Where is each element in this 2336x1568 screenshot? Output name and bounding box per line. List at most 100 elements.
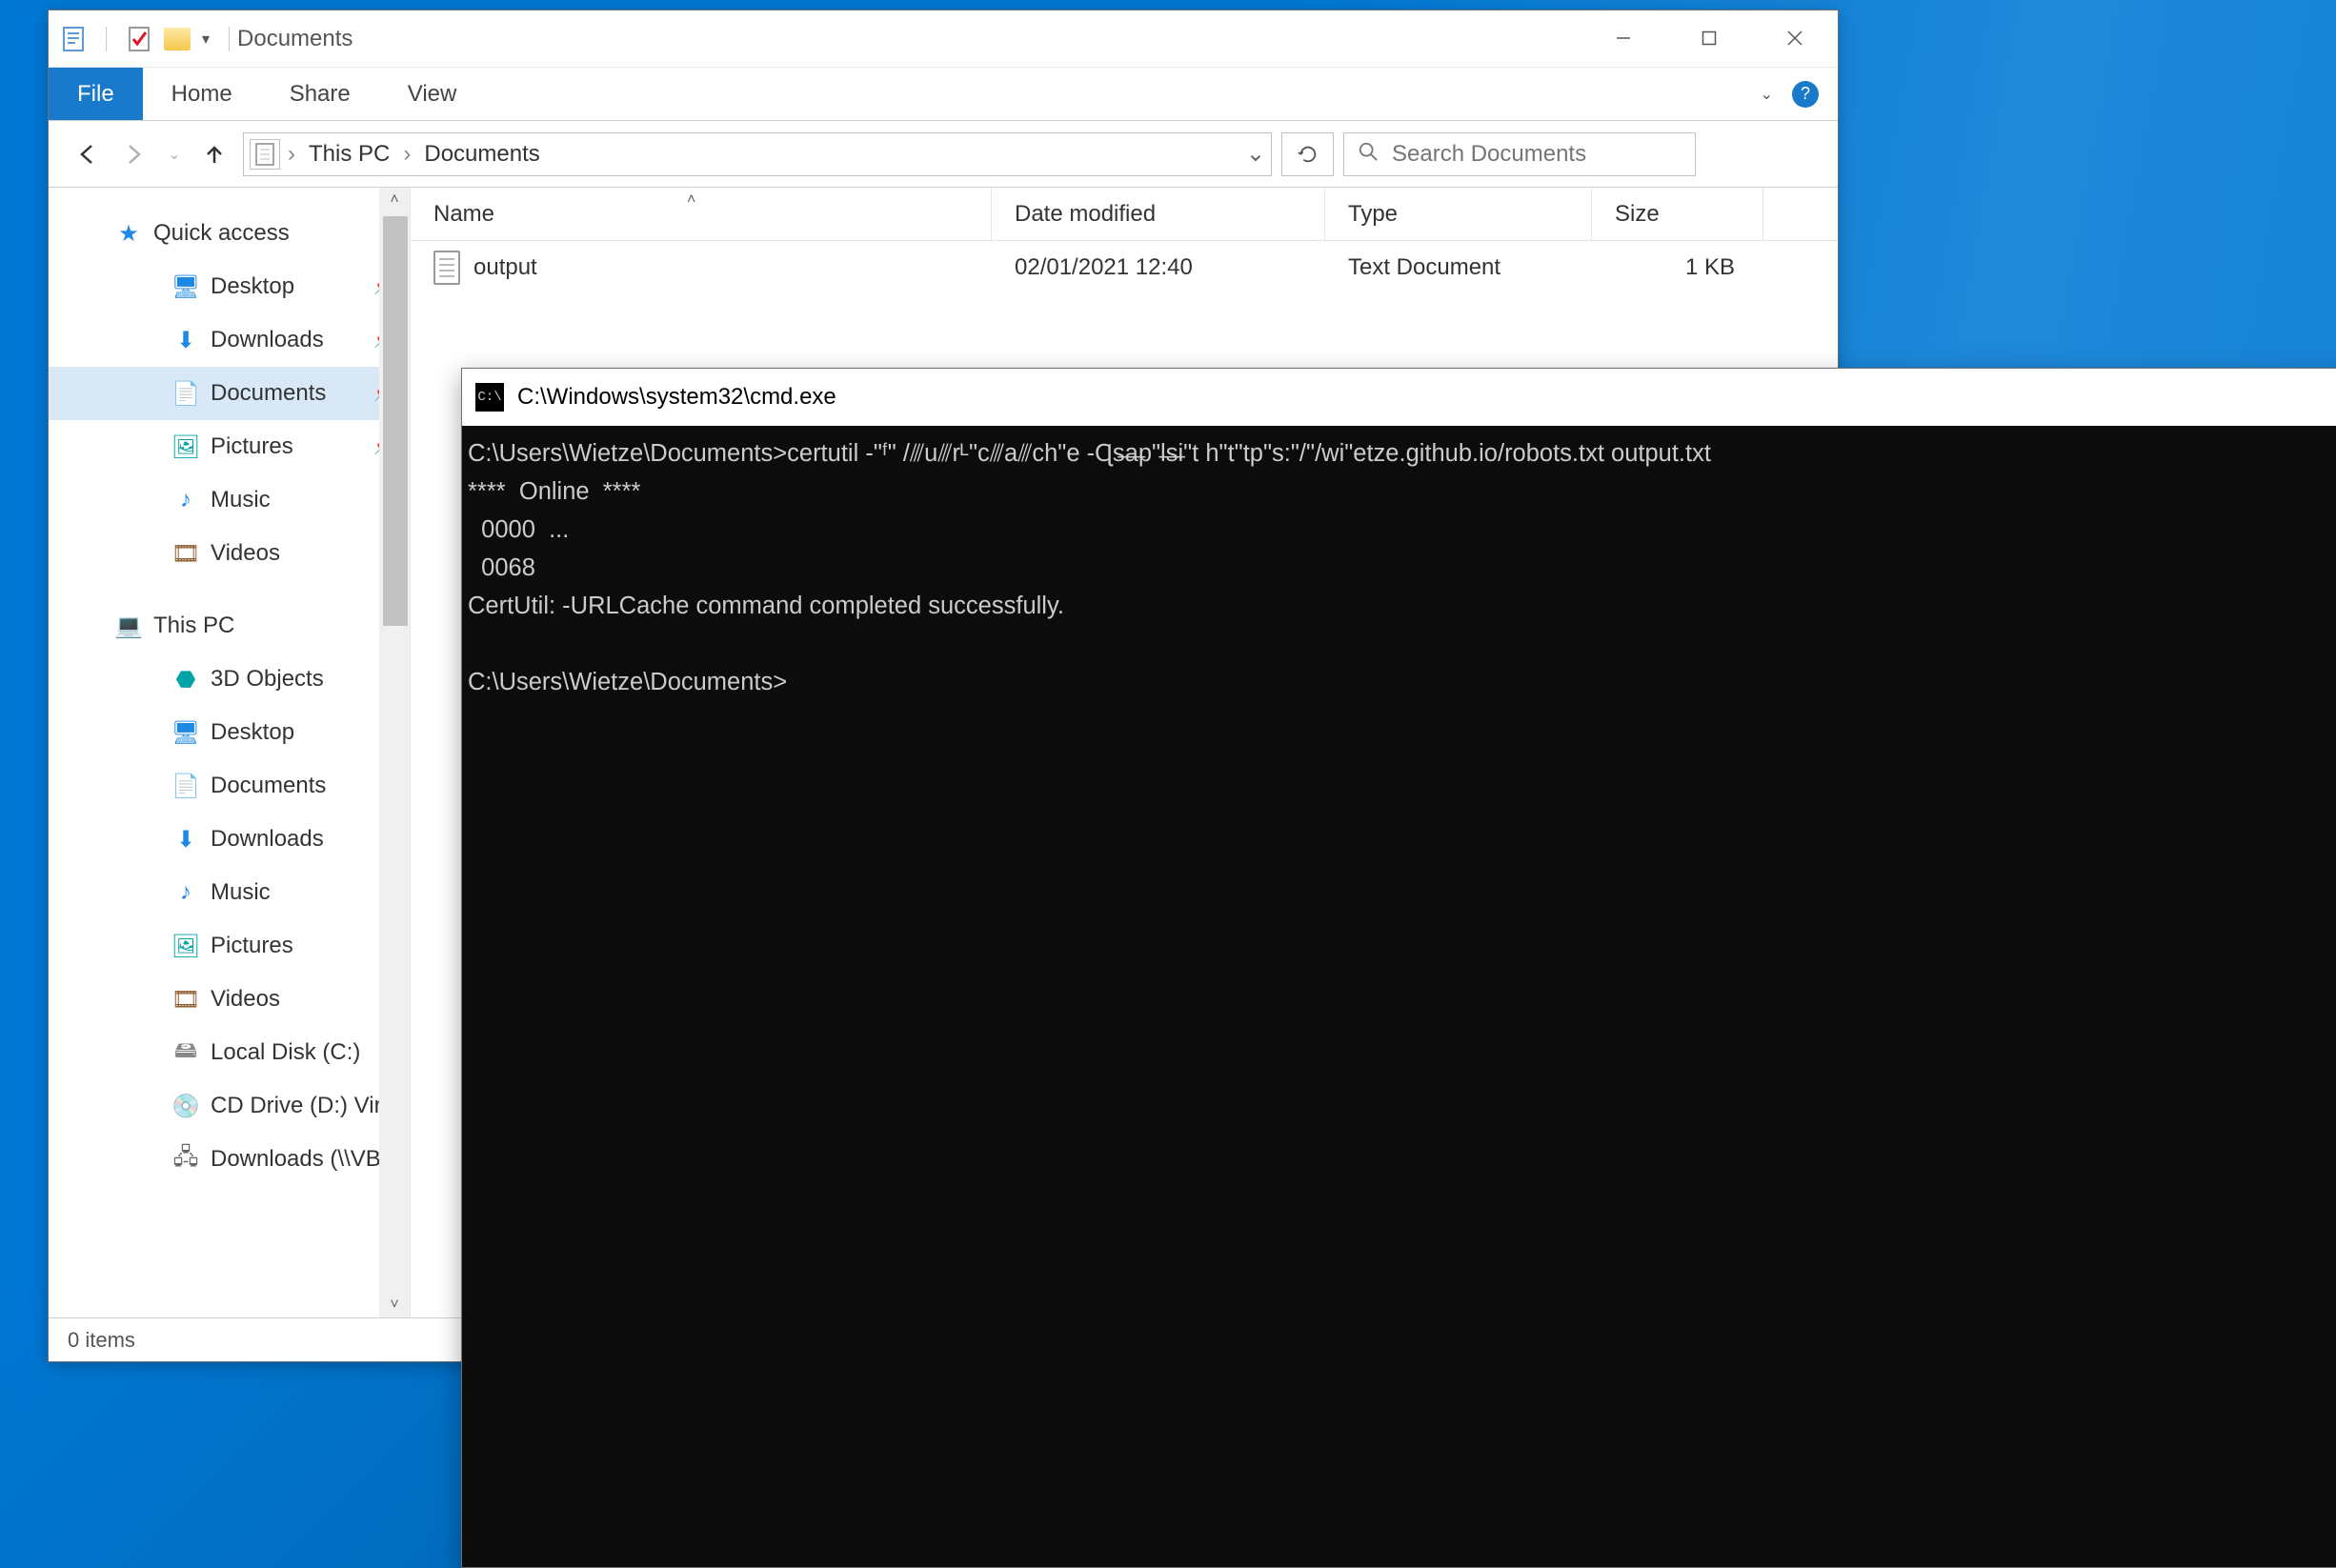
column-header-date[interactable]: Date modified [992,188,1325,240]
cmd-titlebar[interactable]: C:\ C:\Windows\system32\cmd.exe [462,369,2336,426]
document-icon: 📄 [172,380,199,407]
sidebar-scrollbar[interactable]: ˄ ˅ [379,188,410,1317]
pc-icon: 💻 [115,613,142,639]
scrollbar-thumb[interactable] [383,216,408,626]
cmd-line: 0000 ... [468,516,569,543]
sidebar-item-label: Desktop [211,273,294,300]
column-headers: ˄ Name Date modified Type Size [411,188,1838,241]
chevron-right-icon[interactable]: › [288,141,295,168]
sidebar-item-label: 3D Objects [211,666,324,693]
sidebar-item-local-disk[interactable]: 🖴Local Disk (C:) [49,1026,410,1079]
file-cell-date: 02/01/2021 12:40 [992,254,1325,281]
file-name: output [473,254,537,281]
sidebar-quick-access[interactable]: ★ Quick access [49,207,410,260]
sidebar-item-documents[interactable]: 📄Documents📌 [49,367,410,420]
cd-icon: 💿 [172,1093,199,1119]
sidebar-item-downloads-pc[interactable]: ⬇Downloads [49,813,410,866]
chevron-right-icon[interactable]: › [403,141,411,168]
video-icon: 🎞 [172,540,199,567]
sidebar-item-label: Downloads (\\VB [211,1146,381,1173]
maximize-button[interactable] [1666,10,1752,66]
sidebar-item-music[interactable]: ♪ Music [49,473,410,527]
address-bar[interactable]: › This PC › Documents ⌄ [243,132,1272,176]
sidebar-item-3d-objects[interactable]: ⬣ 3D Objects [49,653,410,706]
sidebar-item-music-pc[interactable]: ♪Music [49,866,410,919]
separator [229,27,230,51]
navigation-bar: ⌄ › This PC › Documents ⌄ [49,121,1838,188]
sidebar-tree[interactable]: ★ Quick access 🖥Desktop📌 ⬇Downloads📌 📄Do… [49,188,410,1317]
qat-dropdown-icon[interactable]: ▾ [202,30,210,49]
properties-checked-icon[interactable] [126,26,152,52]
sidebar-this-pc[interactable]: 💻 This PC [49,599,410,653]
minimize-button[interactable] [1581,10,1666,66]
sidebar-item-network-downloads[interactable]: 🖧Downloads (\\VB [49,1133,410,1186]
ribbon-expand-icon[interactable]: ⌄ [1761,85,1773,104]
search-input[interactable] [1392,141,1682,168]
pictures-icon: 🖼 [172,933,199,959]
ribbon-tabs: File Home Share View ⌄ ? [49,68,1838,121]
document-icon: 📄 [172,773,199,799]
separator [106,27,107,51]
quick-access-toolbar: ▾ [60,26,237,52]
sidebar-item-desktop[interactable]: 🖥Desktop📌 [49,260,410,313]
column-header-size[interactable]: Size [1592,188,1763,240]
cmd-terminal[interactable]: C:\Users\Wietze\Documents>certutil -"ᶠ" … [462,426,2336,1567]
sidebar-item-label: This PC [153,613,234,639]
sidebar-item-label: Documents [211,773,326,799]
video-icon: 🎞 [172,986,199,1013]
search-box[interactable] [1343,132,1696,176]
nav-recent-dropdown[interactable]: ⌄ [163,135,186,173]
properties-icon[interactable] [60,26,87,52]
cmd-window: C:\ C:\Windows\system32\cmd.exe C:\Users… [461,368,2336,1568]
sidebar-item-desktop-pc[interactable]: 🖥 Desktop [49,706,410,759]
column-header-name[interactable]: Name [411,188,992,240]
sidebar-item-label: Videos [211,540,280,567]
column-header-type[interactable]: Type [1325,188,1592,240]
cmd-line: 0068 [468,554,535,581]
sort-indicator-icon: ˄ [687,191,695,209]
window-title: Documents [237,26,352,52]
sidebar-item-videos[interactable]: 🎞 Videos [49,527,410,580]
cmd-line: C:\Users\Wietze\Documents>certutil -"ᶠ" … [468,440,1711,467]
refresh-button[interactable] [1281,132,1334,176]
cmd-title-text: C:\Windows\system32\cmd.exe [517,384,836,411]
ribbon-tab-share[interactable]: Share [261,68,379,120]
text-document-icon [433,251,460,285]
music-icon: ♪ [172,487,199,513]
file-cell-name: output [411,251,992,285]
nav-back-button[interactable] [68,135,106,173]
ribbon-tab-file[interactable]: File [49,68,143,120]
sidebar-item-label: Desktop [211,719,294,746]
sidebar-item-label: Quick access [153,220,290,247]
scroll-up-icon[interactable]: ˄ [390,191,398,209]
nav-forward-button[interactable] [115,135,153,173]
ribbon-tab-view[interactable]: View [379,68,486,120]
breadcrumb-thispc[interactable]: This PC [303,141,395,168]
scroll-down-icon[interactable]: ˅ [390,1297,398,1314]
folder-icon[interactable] [164,26,191,52]
disk-icon: 🖴 [172,1039,199,1066]
desktop-icon: 🖥 [172,719,199,746]
sidebar-item-videos-pc[interactable]: 🎞Videos [49,973,410,1026]
star-icon: ★ [115,220,142,247]
sidebar-item-label: Pictures [211,433,293,460]
cmd-icon: C:\ [475,383,504,412]
download-icon: ⬇ [172,826,199,853]
cube-icon: ⬣ [172,666,199,693]
help-icon[interactable]: ? [1792,81,1819,108]
sidebar-item-pictures[interactable]: 🖼Pictures📌 [49,420,410,473]
sidebar-item-cd-drive[interactable]: 💿CD Drive (D:) Vir [49,1079,410,1133]
sidebar-item-downloads[interactable]: ⬇Downloads📌 [49,313,410,367]
explorer-titlebar[interactable]: ▾ Documents [49,10,1838,68]
sidebar-item-documents-pc[interactable]: 📄 Documents [49,759,410,813]
music-icon: ♪ [172,879,199,906]
nav-up-button[interactable] [195,135,233,173]
sidebar-item-label: Music [211,487,271,513]
file-cell-type: Text Document [1325,254,1592,281]
sidebar-item-pictures-pc[interactable]: 🖼Pictures [49,919,410,973]
breadcrumb-documents[interactable]: Documents [418,141,545,168]
file-row-output[interactable]: output 02/01/2021 12:40 Text Document 1 … [411,241,1838,294]
close-button[interactable] [1752,10,1838,66]
address-dropdown-icon[interactable]: ⌄ [1246,140,1265,168]
ribbon-tab-home[interactable]: Home [143,68,261,120]
